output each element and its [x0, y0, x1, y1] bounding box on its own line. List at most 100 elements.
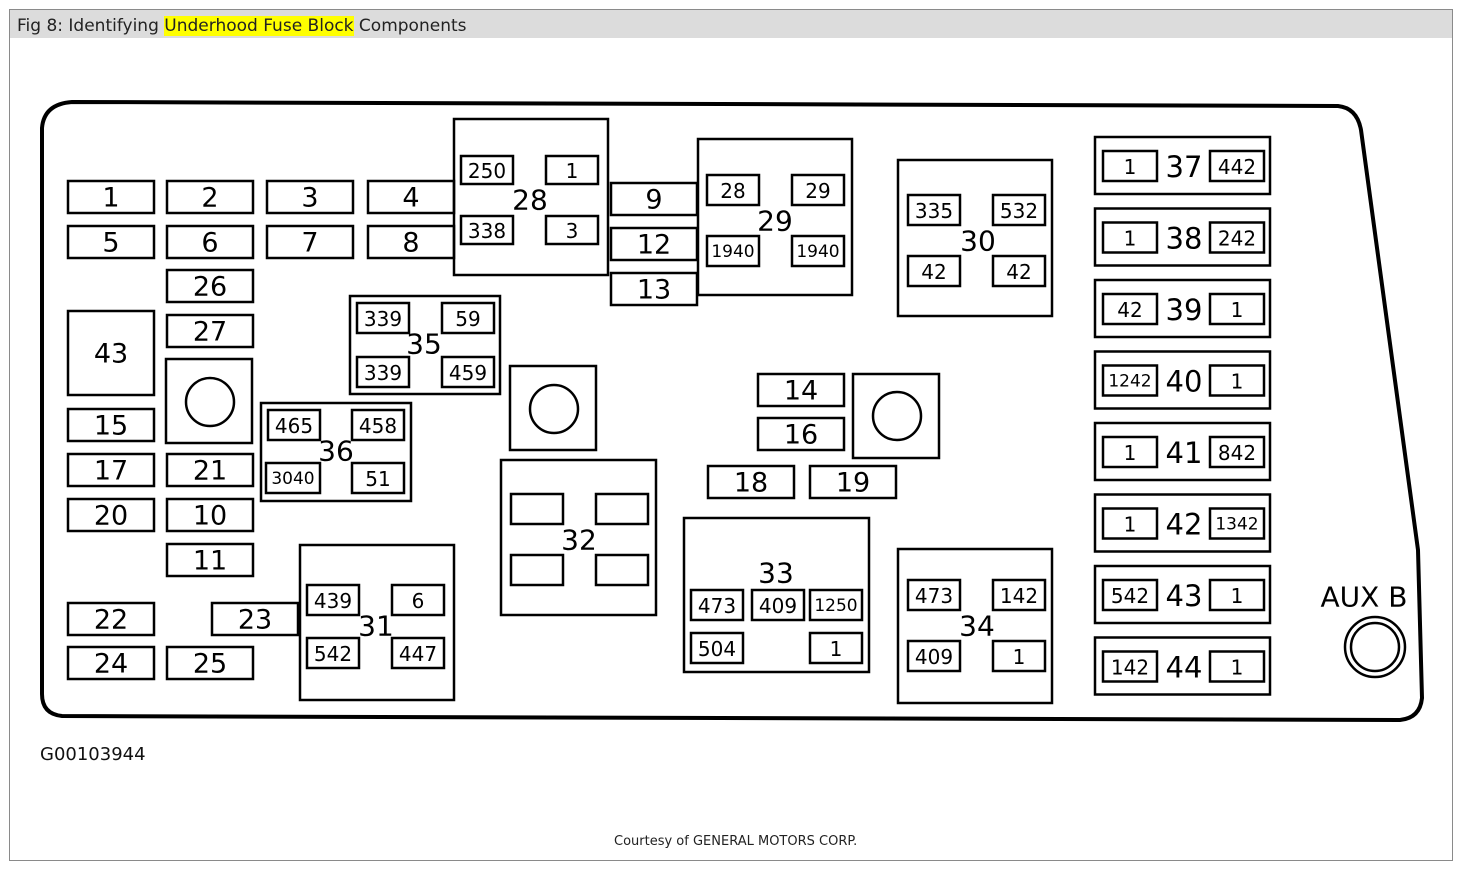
- relay-pin-label: 458: [359, 414, 397, 438]
- fuse-label: 7: [301, 228, 318, 259]
- relay-pin-label: 459: [449, 361, 487, 385]
- relay-pin-label: 532: [1000, 199, 1038, 223]
- relay-pin-label: 3040: [271, 469, 314, 489]
- aux-b-terminal-outer: [1343, 615, 1407, 679]
- mounting-hole: [184, 376, 236, 428]
- fuse-label: 26: [193, 272, 227, 303]
- relay-pin-label: 1: [566, 159, 579, 183]
- relay-id-label: 28: [512, 184, 548, 217]
- side-relay-pin-label: 1: [1124, 155, 1137, 179]
- side-relay-pin-label: 542: [1111, 584, 1149, 608]
- mounting-hole: [528, 383, 580, 435]
- figure-id: G00103944: [40, 744, 146, 765]
- relay-pin-label: 339: [364, 307, 402, 331]
- mounting-hole: [871, 390, 923, 442]
- relay-pin-label: 1940: [711, 242, 754, 262]
- relay-id-label: 29: [757, 205, 793, 238]
- relay-pin-label: 28: [720, 179, 745, 203]
- relay-pin-label: 42: [1006, 260, 1031, 284]
- side-relay-id-label: 44: [1166, 651, 1203, 685]
- relay-pin-label: 51: [365, 467, 390, 491]
- side-relay-pin-label: 1242: [1108, 372, 1151, 392]
- fuse-label: 6: [201, 228, 218, 259]
- fuse-label: 16: [784, 420, 818, 451]
- relay-pin-label: 542: [314, 642, 352, 666]
- relay-pin: [594, 553, 650, 587]
- fuse-label: 2: [201, 183, 218, 214]
- side-relay-pin-label: 1: [1231, 370, 1244, 394]
- fuse-label: 1: [102, 183, 119, 214]
- fuse-label: 5: [102, 228, 119, 259]
- relay-pin: [509, 492, 565, 526]
- side-relay-pin-label: 442: [1218, 155, 1256, 179]
- side-relay-id-label: 43: [1166, 579, 1203, 613]
- relay-id-label: 31: [358, 610, 394, 643]
- side-relay-pin-label: 842: [1218, 441, 1256, 465]
- fuse-label: 14: [784, 376, 818, 407]
- relay-id-label: 32: [561, 524, 597, 557]
- fuse-block-diagram: 1 2 3 45 6 7 826274315172021101122242325912131…: [40, 99, 1425, 723]
- side-relay-pin-label: 1: [1124, 441, 1137, 465]
- relay-id-label: 36: [318, 435, 354, 468]
- fuse-label: 9: [645, 185, 662, 216]
- relay-pin: [509, 553, 565, 587]
- relay-pin-label: 473: [698, 594, 736, 618]
- relay-pin-label: 335: [915, 199, 953, 223]
- side-relay-pin-label: 42: [1117, 298, 1142, 322]
- relay-pin-label: 29: [805, 179, 830, 203]
- fuse-label: 11: [193, 546, 227, 577]
- fuse-label: 17: [94, 456, 128, 487]
- relay-id-label: 33: [758, 557, 794, 590]
- side-relay-pin-label: 1: [1124, 513, 1137, 537]
- side-relay-pin-label: 1: [1231, 584, 1244, 608]
- fuse-label: 25: [193, 649, 227, 680]
- side-relay-id-label: 39: [1166, 293, 1203, 327]
- relay-pin: [594, 492, 650, 526]
- relay-pin-label: 3: [566, 219, 579, 243]
- side-relay-id-label: 37: [1166, 150, 1203, 184]
- relay-pin-label: 504: [698, 637, 736, 661]
- fuse-label: 22: [94, 605, 128, 636]
- side-relay-pin-label: 1: [1231, 298, 1244, 322]
- relay-pin-label: 473: [915, 584, 953, 608]
- fuse-label: 23: [238, 605, 272, 636]
- relay-pin-label: 59: [455, 307, 480, 331]
- relay-pin-label: 1940: [796, 242, 839, 262]
- relay-pin-label: 6: [412, 589, 425, 613]
- relay-pin-label: 1250: [814, 596, 857, 616]
- relay-pin-label: 409: [915, 645, 953, 669]
- side-relay-pin-label: 1: [1231, 656, 1244, 680]
- fuse-label: 18: [734, 468, 768, 499]
- relay-id-label: 34: [959, 610, 995, 643]
- mounting-hole-frame: [508, 364, 598, 452]
- fuse-label: 20: [94, 501, 128, 532]
- aux-b-terminal-inner: [1349, 621, 1401, 673]
- fuse-label: 10: [193, 501, 227, 532]
- side-relay-pin-label: 1342: [1215, 515, 1258, 535]
- side-relay-pin-label: 142: [1111, 656, 1149, 680]
- relay-pin-label: 409: [759, 594, 797, 618]
- mounting-hole-frame: [851, 372, 941, 460]
- fuse-label: 4: [402, 183, 419, 214]
- side-relay-id-label: 38: [1166, 222, 1203, 256]
- fuse-label: 13: [637, 275, 671, 306]
- relay-pin-label: 42: [921, 260, 946, 284]
- side-relay-id-label: 40: [1166, 365, 1203, 399]
- relay-pin-label: 142: [1000, 584, 1038, 608]
- mounting-hole-frame: [164, 357, 254, 445]
- relay-pin-label: 338: [468, 219, 506, 243]
- side-relay-pin-label: 1: [1124, 227, 1137, 251]
- side-relay-id-label: 41: [1166, 436, 1203, 470]
- fuse-label: 19: [836, 468, 870, 499]
- fuse-label: 43: [94, 339, 128, 370]
- fuse-label: 15: [94, 411, 128, 442]
- courtesy-text: Courtesy of GENERAL MOTORS CORP.: [614, 834, 858, 849]
- relay-pin-label: 439: [314, 589, 352, 613]
- fuse-label: 8: [402, 228, 419, 259]
- relay-pin-label: 1: [830, 637, 843, 661]
- fuse-label: 24: [94, 649, 128, 680]
- fuse-label: 12: [637, 230, 671, 261]
- fuse-label: 3: [301, 183, 318, 214]
- relay-id-label: 35: [406, 328, 442, 361]
- relay-pin-label: 465: [275, 414, 313, 438]
